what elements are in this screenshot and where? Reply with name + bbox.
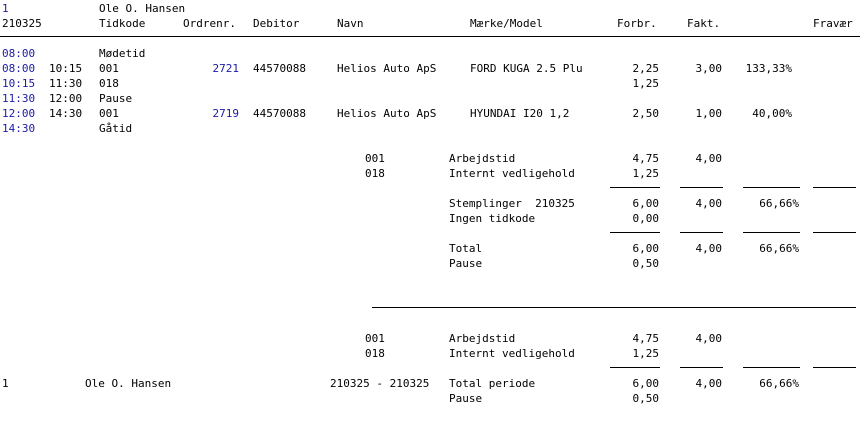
- summary-code: 018: [365, 167, 385, 180]
- sum-line: [680, 367, 723, 368]
- col-header-fakt: Fakt.: [687, 17, 721, 30]
- col-header-fravaer: Fravær: [813, 17, 853, 30]
- row-order-link[interactable]: 2719: [183, 106, 240, 121]
- row-to-time: 12:00: [49, 92, 83, 105]
- no-timecode-forbr: 0,00: [632, 212, 660, 225]
- sum-line: [680, 232, 723, 233]
- summary-code-label: Arbejdstid: [449, 152, 516, 165]
- row-fakt: 1,00: [695, 107, 723, 120]
- row-forbr: 2,25: [632, 62, 660, 75]
- sum-line: [743, 187, 800, 188]
- row-percentage: 133,33%: [745, 62, 792, 75]
- total-label: Total: [449, 242, 483, 255]
- col-header-forbr: Forbr.: [617, 17, 657, 30]
- summary-code-label: Arbejdstid: [449, 332, 516, 345]
- total-forbr: 6,00: [632, 242, 660, 255]
- col-header-model: Mærke/Model: [470, 17, 543, 30]
- summary-forbr: 1,25: [632, 347, 660, 360]
- period-pause-label: Pause: [449, 392, 483, 405]
- sum-line: [813, 367, 856, 368]
- stamp-forbr: 6,00: [632, 197, 660, 210]
- summary-code-label: Internt vedligehold: [449, 167, 575, 180]
- row-to-time: 10:15: [49, 62, 83, 75]
- row-from-time[interactable]: 08:00: [2, 61, 35, 76]
- col-header-tidkode: Tidkode: [99, 17, 146, 30]
- summary-forbr: 4,75: [632, 332, 660, 345]
- summary-fakt: 4,00: [695, 152, 723, 165]
- summary-code: 018: [365, 347, 385, 360]
- pause-label: Pause: [449, 257, 483, 270]
- sum-line: [743, 367, 800, 368]
- pause-forbr: 0,50: [632, 257, 660, 270]
- summary-code: 001: [365, 332, 385, 345]
- stamp-fakt: 4,00: [695, 197, 723, 210]
- employee-name: Ole O. Hansen: [99, 2, 186, 15]
- summary-code-label: Internt vedligehold: [449, 347, 575, 360]
- row-debitor: 44570088: [253, 62, 306, 75]
- header-divider: [0, 36, 860, 37]
- row-fakt: 3,00: [695, 62, 723, 75]
- row-timecode: Pause: [99, 92, 133, 105]
- row-timecode: 001: [99, 62, 119, 75]
- row-order-link[interactable]: 2721: [183, 61, 240, 76]
- row-forbr: 1,25: [632, 77, 660, 90]
- period-pause-forbr: 0,50: [632, 392, 660, 405]
- row-debitor: 44570088: [253, 107, 306, 120]
- period-total-fakt: 4,00: [695, 377, 723, 390]
- period-range: 210325 - 210325: [330, 377, 430, 390]
- total-percentage: 66,66%: [759, 242, 799, 255]
- row-model: FORD KUGA 2.5 Plu: [470, 62, 583, 75]
- row-to-time: 11:30: [49, 77, 83, 90]
- row-customer-name: Helios Auto ApS: [337, 107, 437, 120]
- row-timecode: Gåtid: [99, 122, 133, 135]
- sum-line: [680, 187, 723, 188]
- period-employee-number: 1: [2, 377, 9, 390]
- employee-number[interactable]: 1: [2, 1, 9, 16]
- summary-forbr: 1,25: [632, 167, 660, 180]
- sum-line: [813, 232, 856, 233]
- col-header-debitor: Debitor: [253, 17, 300, 30]
- row-timecode: Mødetid: [99, 47, 146, 60]
- no-timecode-label: Ingen tidkode: [449, 212, 536, 225]
- row-percentage: 40,00%: [752, 107, 792, 120]
- row-from-time[interactable]: 14:30: [2, 121, 35, 136]
- row-from-time[interactable]: 12:00: [2, 106, 35, 121]
- row-customer-name: Helios Auto ApS: [337, 62, 437, 75]
- row-model: HYUNDAI I20 1,2: [470, 107, 570, 120]
- row-from-time[interactable]: 08:00: [2, 46, 35, 61]
- period-total-percentage: 66,66%: [759, 377, 799, 390]
- col-header-navn: Navn: [337, 17, 364, 30]
- stamp-label: Stemplinger 210325: [449, 197, 575, 210]
- period-total-forbr: 6,00: [632, 377, 660, 390]
- row-from-time[interactable]: 10:15: [2, 76, 35, 91]
- total-fakt: 4,00: [695, 242, 723, 255]
- section-divider: [372, 307, 856, 308]
- sum-line: [610, 187, 660, 188]
- row-timecode: 001: [99, 107, 119, 120]
- period-total-label: Total periode: [449, 377, 536, 390]
- row-timecode: 018: [99, 77, 119, 90]
- row-to-time: 14:30: [49, 107, 83, 120]
- sum-line: [610, 232, 660, 233]
- period-employee-name: Ole O. Hansen: [85, 377, 172, 390]
- row-forbr: 2,50: [632, 107, 660, 120]
- summary-fakt: 4,00: [695, 332, 723, 345]
- summary-code: 001: [365, 152, 385, 165]
- summary-forbr: 4,75: [632, 152, 660, 165]
- sum-line: [743, 232, 800, 233]
- stamp-percentage: 66,66%: [759, 197, 799, 210]
- row-from-time[interactable]: 11:30: [2, 91, 35, 106]
- sum-line: [813, 187, 856, 188]
- report-date: 210325: [2, 17, 42, 30]
- sum-line: [610, 367, 660, 368]
- col-header-ordrenr: Ordrenr.: [183, 17, 236, 30]
